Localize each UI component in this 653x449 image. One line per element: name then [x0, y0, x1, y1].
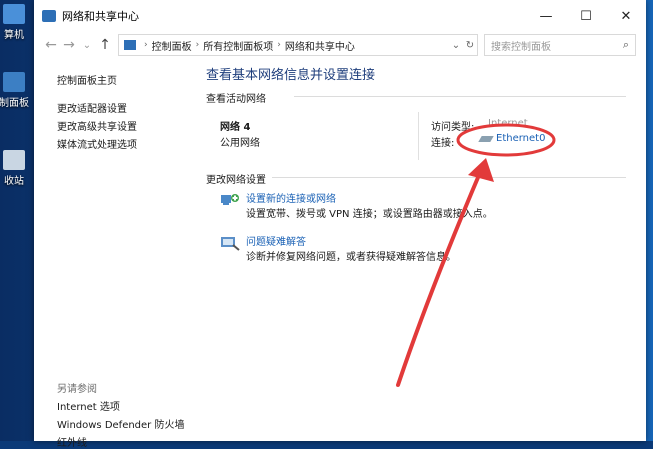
- search-box[interactable]: 搜索控制面板 ⌕: [484, 34, 636, 56]
- title-bar: 网络和共享中心 — ☐ ✕: [34, 0, 646, 32]
- link-infrared[interactable]: 红外线: [57, 434, 87, 449]
- content-area: 控制面板主页 更改适配器设置 更改高级共享设置 媒体流式处理选项 另请参阅 In…: [34, 58, 646, 449]
- network-sharing-center-window: 网络和共享中心 — ☐ ✕ ← → ⌄ ↑ › 控制面板 › 所有控制面板项 ›…: [34, 0, 646, 449]
- ethernet-connection-link[interactable]: Ethernet0: [474, 131, 551, 146]
- desktop-icon-label: 制面板: [0, 98, 29, 109]
- breadcrumb-control-panel[interactable]: 控制面板: [152, 38, 192, 53]
- main-pane: 查看基本网络信息并设置连接 查看活动网络 网络 4 公用网络 访问类型: Int…: [206, 58, 646, 441]
- ethernet-icon: [478, 135, 494, 142]
- change-settings-title: 更改网络设置: [206, 175, 266, 186]
- link-change-adapter-settings[interactable]: 更改适配器设置: [57, 100, 127, 115]
- desktop-icon-control-panel[interactable]: 制面板: [0, 72, 34, 109]
- desktop-icon-computer[interactable]: 算机: [0, 4, 34, 41]
- navigation-bar: ← → ⌄ ↑ › 控制面板 › 所有控制面板项 › 网络和共享中心 ⌄ ↻ 搜…: [34, 32, 646, 58]
- minimize-button[interactable]: —: [526, 9, 566, 24]
- back-arrow-icon[interactable]: ←: [42, 37, 60, 53]
- watermark-logo: 下载吧: [520, 393, 618, 433]
- control-panel-icon: [3, 72, 25, 92]
- troubleshoot-problems-link[interactable]: 问题疑难解答: [246, 233, 306, 248]
- address-bar[interactable]: › 控制面板 › 所有控制面板项 › 网络和共享中心 ⌄ ↻: [118, 34, 478, 56]
- chevron-down-icon[interactable]: ⌄: [449, 40, 463, 51]
- chevron-right-icon: ›: [144, 40, 148, 50]
- access-type-value: Internet: [488, 118, 528, 129]
- new-connection-icon: [221, 194, 239, 205]
- window-title: 网络和共享中心: [62, 10, 139, 23]
- desktop-icon-label: 收站: [4, 176, 24, 187]
- connection-name: Ethernet0: [496, 133, 546, 144]
- access-type-label: 访问类型:: [431, 122, 475, 133]
- control-panel-icon: [124, 40, 136, 50]
- active-networks-title: 查看活动网络: [206, 94, 266, 105]
- task-description: 诊断并修复网络问题，或者获得疑难解答信息。: [246, 252, 456, 263]
- recycle-bin-icon: [3, 150, 25, 170]
- network-app-icon: [42, 10, 56, 22]
- search-input[interactable]: 搜索控制面板: [485, 38, 617, 53]
- link-media-streaming-options[interactable]: 媒体流式处理选项: [57, 136, 137, 151]
- link-advanced-sharing-settings[interactable]: 更改高级共享设置: [57, 118, 137, 133]
- connections-label: 连接:: [431, 138, 455, 149]
- computer-icon: [3, 4, 25, 24]
- troubleshoot-icon: [221, 237, 240, 251]
- page-title: 查看基本网络信息并设置连接: [206, 68, 376, 83]
- link-windows-defender-firewall[interactable]: Windows Defender 防火墙: [57, 416, 184, 431]
- divider: [272, 177, 626, 178]
- desktop-icon-recycle-bin[interactable]: 收站: [0, 150, 34, 187]
- recent-locations-icon[interactable]: ⌄: [78, 40, 96, 51]
- close-button[interactable]: ✕: [606, 9, 646, 24]
- chevron-right-icon: ›: [195, 40, 200, 50]
- maximize-button[interactable]: ☐: [566, 9, 606, 24]
- see-also-title: 另请参阅: [57, 384, 97, 395]
- desktop-icon-label: 算机: [4, 30, 24, 41]
- link-internet-options[interactable]: Internet 选项: [57, 398, 120, 413]
- forward-arrow-icon[interactable]: →: [60, 37, 78, 53]
- network-type: 公用网络: [220, 138, 260, 149]
- chevron-right-icon: ›: [277, 40, 281, 50]
- left-pane: 控制面板主页 更改适配器设置 更改高级共享设置 媒体流式处理选项 另请参阅 In…: [34, 58, 192, 449]
- link-control-panel-home[interactable]: 控制面板主页: [57, 72, 117, 87]
- search-icon[interactable]: ⌕: [617, 38, 635, 52]
- network-name: 网络 4: [220, 122, 251, 133]
- breadcrumb-network-center[interactable]: 网络和共享中心: [285, 38, 355, 53]
- setup-new-connection-link[interactable]: 设置新的连接或网络: [246, 190, 336, 205]
- up-arrow-icon[interactable]: ↑: [96, 37, 114, 53]
- divider: [294, 96, 626, 97]
- breadcrumb-all-items[interactable]: 所有控制面板项: [203, 38, 273, 53]
- divider: [418, 112, 419, 160]
- refresh-icon[interactable]: ↻: [463, 40, 477, 51]
- task-description: 设置宽带、拨号或 VPN 连接；或设置路由器或接入点。: [246, 209, 493, 220]
